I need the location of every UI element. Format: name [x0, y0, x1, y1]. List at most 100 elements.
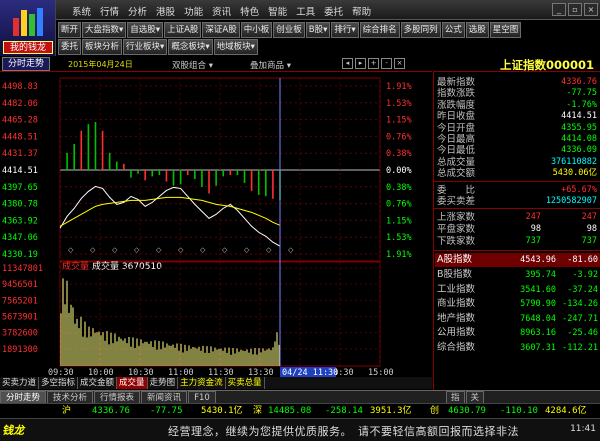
prev-button[interactable]: ◂ — [342, 58, 353, 69]
toolbar-button[interactable]: 深证A股 — [202, 22, 240, 38]
toolbar-button[interactable]: 地域板块▾ — [213, 39, 258, 55]
indicator-tab[interactable]: 走势图 — [148, 377, 179, 389]
indicator-tab[interactable]: 买卖力道 — [0, 377, 40, 389]
indicator-tab[interactable]: 买卖总量 — [226, 377, 265, 389]
quote-value: +65.67% — [561, 184, 597, 195]
toolbar-button[interactable]: 大盘指数▾ — [82, 22, 127, 38]
time-tick: 15:00 — [368, 368, 394, 377]
index-row[interactable]: 综合指数 3607.31 -112.21 — [435, 341, 600, 355]
volume-tick: 7565201 — [2, 296, 38, 306]
market-status-line: 沪 4336.76 -77.75 5430.1亿 深 14485.08 -258… — [0, 403, 600, 418]
toolbar-button[interactable]: 选股 — [465, 22, 489, 38]
cy-label: 创 — [430, 406, 440, 416]
zoom-in-button[interactable]: + — [368, 58, 379, 69]
next-button[interactable]: ▸ — [355, 58, 366, 69]
toolbar-button[interactable]: 排行▾ — [331, 22, 359, 38]
toolbar-button[interactable]: 上证A股 — [164, 22, 202, 38]
time-tick: 09:30 — [48, 368, 74, 377]
intraday-chart[interactable]: 4498.83 1.91% 4482.06 1.53% 4465.28 1.15% 4448… — [0, 72, 432, 378]
sh-label: 沪 — [62, 406, 72, 416]
index-row[interactable]: 地产指数 7648.04 -247.71 — [435, 312, 600, 326]
dual-stock-dropdown[interactable]: 双股组合 ▾ — [172, 59, 213, 71]
quote-value: 4414.51 — [561, 111, 597, 122]
menu-item[interactable]: 智能 — [268, 4, 287, 18]
breadth-label: 上涨家数 — [437, 212, 476, 224]
menu-item[interactable]: 委托 — [324, 4, 343, 18]
chart-canvas: 4498.83 1.91% 4482.06 1.53% 4465.28 1.15% 4448… — [2, 77, 412, 378]
index-change: -3.92 — [572, 270, 598, 280]
toolbar-button[interactable]: 中小板 — [240, 22, 273, 38]
index-row[interactable]: A股指数 4543.96 -81.60 — [435, 253, 600, 268]
breadth-value: 247 — [581, 212, 597, 223]
pct-tick: 0.38% — [386, 149, 412, 159]
toolbar-button[interactable]: 板块分析 — [82, 39, 123, 55]
close-button[interactable]: × — [584, 3, 598, 16]
toolbar-button[interactable]: 创业板 — [273, 22, 305, 38]
toolbar-button[interactable]: B股▾ — [305, 22, 331, 38]
index-value: 8963.16 — [520, 328, 556, 339]
index-change: -247.71 — [562, 313, 598, 324]
quote-value: 4336.09 — [561, 145, 597, 156]
toolbar-button[interactable]: 公式 — [441, 22, 465, 38]
toolbar-button[interactable]: 概念板块▾ — [168, 39, 213, 55]
quote-row: 委买卖差 1250582907 — [437, 196, 597, 207]
pct-tick: 1.15% — [386, 116, 412, 126]
price-tick: 4347.06 — [2, 233, 38, 243]
quote-title: 上证指数000001 — [499, 58, 594, 72]
toolbar-button[interactable]: 自选股▾ — [127, 22, 164, 38]
index-row[interactable]: 公用指数 8963.16 -25.46 — [435, 326, 600, 340]
index-value: 3541.60 — [520, 284, 556, 295]
maximize-button[interactable]: ▫ — [568, 3, 582, 16]
price-tick: 4414.51 — [2, 166, 38, 176]
quote-row: 涨跌幅度 -1.76% — [437, 100, 597, 111]
ticker-message[interactable]: 经营理念，继续为您提供优质服务。 请不要轻信高额回报而选择非法 — [168, 423, 519, 439]
menu-item[interactable]: 分析 — [128, 4, 147, 18]
signal-marker: ◇ — [112, 246, 118, 254]
volume-label: 成交量 — [62, 260, 89, 272]
indicator-tab[interactable]: 成交金额 — [78, 377, 118, 389]
index-row[interactable]: B股指数 395.74 -3.92 — [435, 268, 600, 282]
quote-row: 总成交量 376110882 — [437, 157, 597, 168]
breadth-value: 247 — [525, 212, 541, 223]
menu-item[interactable]: 功能 — [184, 4, 203, 18]
zoom-out-button[interactable]: - — [381, 58, 392, 69]
quote-row: 总成交额 5430.06亿 — [437, 168, 597, 179]
toolbar-button[interactable]: 委托 — [58, 39, 82, 55]
toolbar-button[interactable]: 多股同列 — [400, 22, 441, 38]
menu-item[interactable]: 特色 — [240, 4, 259, 18]
index-row[interactable]: 商业指数 5790.90 -134.26 — [435, 297, 600, 311]
menu-item[interactable]: 工具 — [296, 4, 315, 18]
menu-item[interactable]: 系统 — [72, 4, 91, 18]
menu-items: 系统 行情 分析 港股 功能 资讯 特色 智能 工具 委托 帮助 — [72, 4, 371, 18]
indicator-tab[interactable]: 主力资金流 — [178, 377, 226, 389]
volume-value: 成交量 3670510 — [92, 260, 162, 272]
toolbar-button[interactable]: 星空图 — [489, 22, 522, 38]
breadth-label: 下跌家数 — [437, 236, 476, 248]
signal-marker: ◇ — [288, 246, 294, 254]
toolbar-button[interactable]: 行业板块▾ — [123, 39, 168, 55]
toolbar-button[interactable]: 断开 — [58, 22, 82, 38]
volume-tick: 3782600 — [2, 329, 38, 339]
quote-value: 4355.95 — [561, 122, 597, 133]
cursor-label: 04/24 11:30 — [282, 368, 338, 377]
toolbar-button[interactable]: 综合排名 — [359, 22, 400, 38]
indicator-tab[interactable]: 多空指标 — [39, 377, 79, 389]
overlay-dropdown[interactable]: 叠加商品 ▾ — [250, 59, 291, 71]
minimize-button[interactable]: _ — [552, 3, 566, 16]
menu-item[interactable]: 帮助 — [352, 4, 371, 18]
app-logo[interactable]: 我的钱龙 — [0, 0, 56, 56]
indicator-tab[interactable]: 成交量 — [117, 377, 148, 389]
chart-date[interactable]: 2015年04月24日 — [68, 59, 133, 70]
menu-item[interactable]: 资讯 — [212, 4, 231, 18]
quote-label: 涨跌幅度 — [437, 99, 476, 111]
menu-item[interactable]: 港股 — [156, 4, 175, 18]
tab-intraday[interactable]: 分时走势 — [2, 57, 50, 71]
menu-item[interactable]: 行情 — [100, 4, 119, 18]
signal-marker: ◇ — [222, 246, 228, 254]
index-change: -112.21 — [562, 343, 598, 353]
index-row[interactable]: 工业指数 3541.60 -37.24 — [435, 283, 600, 297]
index-value: 5790.90 — [520, 299, 556, 310]
close-chart-button[interactable]: × — [394, 58, 405, 69]
pct-tick: 1.91% — [386, 250, 412, 260]
avg-line — [59, 196, 281, 227]
